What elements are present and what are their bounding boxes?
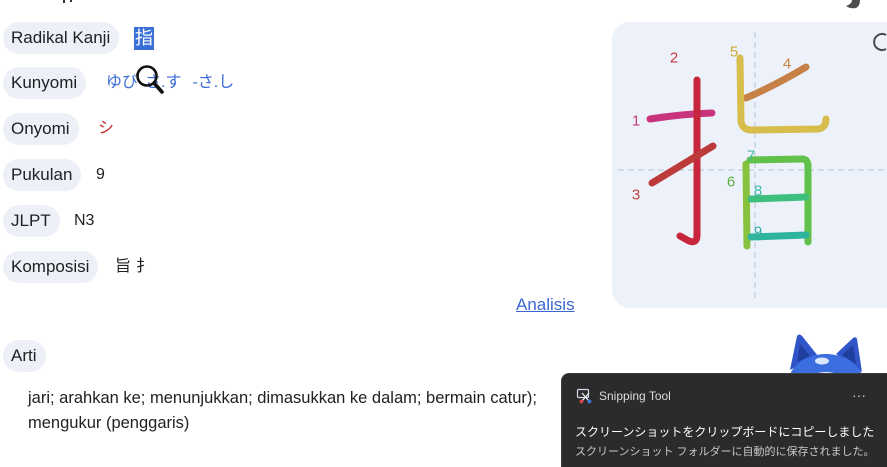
analysis-link[interactable]: Analisis — [516, 295, 575, 315]
notification-more-button[interactable]: ··· — [848, 386, 870, 404]
stroke-number-3: 3 — [632, 187, 640, 204]
stroke-3 — [648, 142, 717, 187]
notification-app-name: Snipping Tool — [599, 389, 671, 403]
stroke-number-2: 2 — [670, 50, 678, 67]
magnifier-cursor-icon — [136, 65, 164, 94]
stroke-number-6: 6 — [727, 174, 735, 191]
stroke-count-label: Pukulan — [3, 159, 82, 191]
radical-value: 指 — [134, 27, 154, 50]
stroke-count-value: 9 — [96, 166, 105, 183]
notification-detail: スクリーンショット フォルダーに自動的に保存されました。 — [575, 446, 875, 458]
stroke-number-4: 4 — [783, 56, 791, 73]
meaning-label: Arti — [3, 340, 46, 372]
magnifier-handle — [152, 81, 164, 94]
snipping-tool-icon-handle-blue — [587, 399, 592, 404]
heading-fragment-mark — [63, 0, 65, 3]
meaning-line: jari; arahkan ke; menunjukkan; dimasukka… — [28, 389, 537, 407]
stroke-number-9: 9 — [754, 224, 762, 241]
partial-top-icon — [846, 0, 860, 9]
onyomi-label: Onyomi — [3, 113, 79, 145]
stroke-order-diagram: 1 2 3 4 5 6 7 8 9 — [612, 22, 887, 308]
stroke-number-7: 7 — [747, 148, 755, 165]
mascot-icon — [788, 334, 864, 378]
meaning-text: jari; arahkan ke; menunjukkan; dimasukka… — [28, 386, 537, 436]
snipping-tool-notification[interactable]: Snipping Tool ··· スクリーンショットをクリップボードにコピーし… — [561, 373, 887, 467]
composition-part[interactable]: 旨 — [115, 257, 131, 277]
jlpt-value: N3 — [74, 212, 95, 229]
stroke-6 — [742, 160, 751, 250]
partial-top-icon-shape — [846, 0, 860, 9]
composition-part[interactable]: 扌 — [136, 257, 152, 277]
composition-label: Komposisi — [3, 251, 99, 283]
stroke-number-8: 8 — [754, 183, 762, 200]
snipping-tool-icon-handle-red — [579, 399, 584, 404]
stroke-1 — [646, 109, 716, 123]
kunyomi-label: Kunyomi — [3, 67, 87, 99]
radical-label: Radikal Kanji — [3, 22, 120, 54]
replay-icon[interactable] — [873, 33, 887, 51]
snipping-tool-icon — [576, 388, 592, 404]
onyomi-reading[interactable]: シ — [98, 119, 114, 139]
stroke-order-canvas: 1 2 3 4 5 6 7 8 9 — [618, 32, 887, 300]
notification-message: スクリーンショットをクリップボードにコピーしました — [575, 425, 875, 439]
mascot-highlight — [815, 357, 829, 365]
jlpt-label: JLPT — [3, 205, 60, 237]
composition-parts: 旨扌 — [115, 257, 157, 277]
meaning-line: mengukur (penggaris) — [28, 414, 190, 432]
kunyomi-readings: ゆび さ.す -さ.し — [106, 73, 234, 93]
stroke-number-5: 5 — [730, 44, 738, 61]
heading-fragment — [63, 0, 72, 3]
stroke-number-1: 1 — [632, 113, 640, 130]
heading-fragment-mark — [70, 0, 72, 2]
kunyomi-reading[interactable]: -さ.し — [192, 73, 234, 93]
